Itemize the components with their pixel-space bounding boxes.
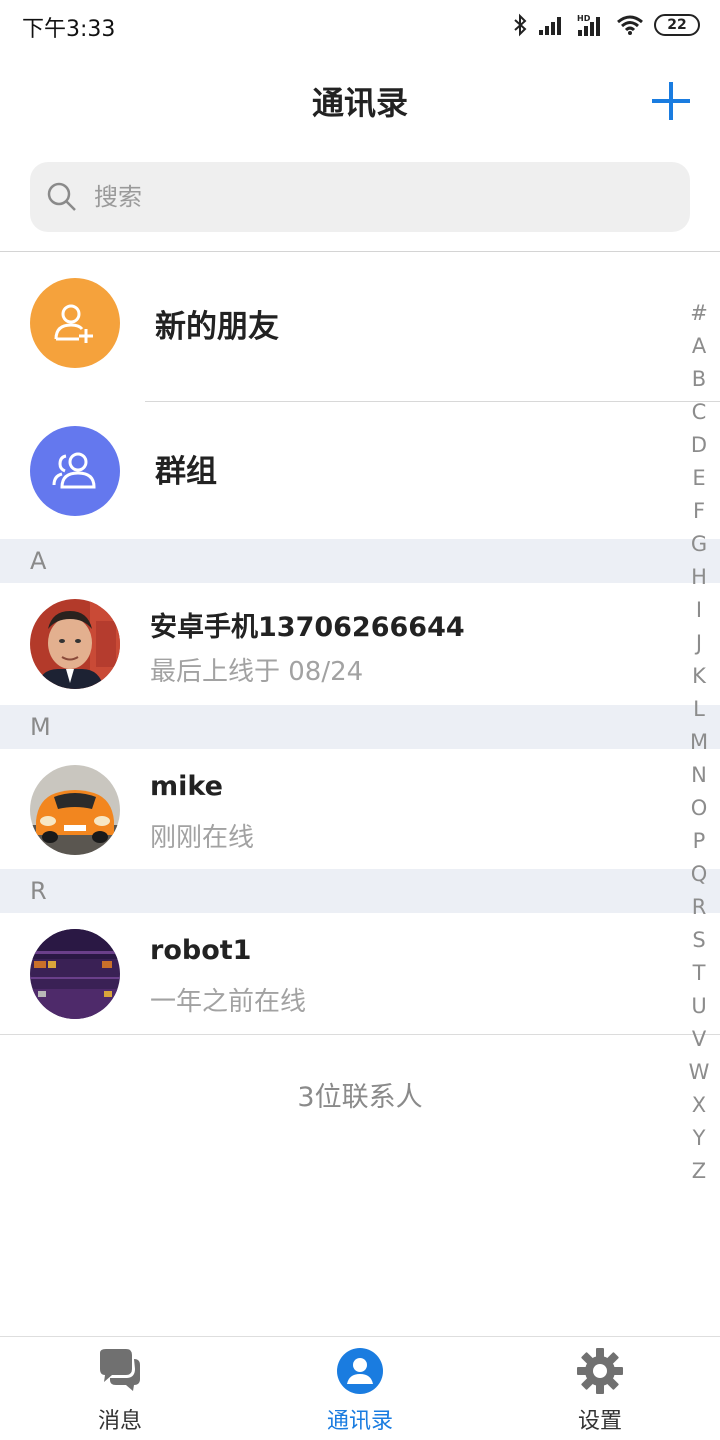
add-user-icon — [30, 278, 120, 368]
alphabet-index[interactable]: # A B C D E F G H I J K L M N O P Q R S T U V W X Y Z — [686, 297, 712, 1188]
new-friends-item[interactable]: 新的朋友 — [0, 252, 720, 382]
avatar — [30, 929, 120, 1019]
search-input[interactable]: 搜索 — [94, 162, 142, 232]
gear-icon — [577, 1348, 623, 1394]
index-letter[interactable]: X — [686, 1089, 712, 1122]
contact-count: 3位联系人 — [297, 1082, 423, 1113]
page-title: 通讯录 — [311, 84, 408, 122]
index-letter[interactable]: # — [686, 297, 712, 330]
section-letter: M — [30, 713, 51, 741]
contact-name: 安卓手机13706266644 — [150, 612, 465, 643]
search-bar[interactable]: 搜索 — [30, 162, 690, 232]
contact-item[interactable]: 安卓手机13706266644 最后上线于 08/24 — [0, 583, 720, 705]
index-letter[interactable]: C — [686, 396, 712, 429]
contact-status: 一年之前在线 — [150, 987, 307, 1017]
index-letter[interactable]: R — [686, 891, 712, 924]
new-friends-label: 新的朋友 — [155, 309, 279, 345]
search-icon — [47, 182, 76, 211]
index-letter[interactable]: Q — [686, 858, 712, 891]
tab-label: 消息 — [97, 1409, 142, 1434]
contact-name: mike — [150, 771, 223, 802]
contact-name: robot1 — [150, 935, 252, 966]
index-letter[interactable]: P — [686, 825, 712, 858]
index-letter[interactable]: U — [686, 990, 712, 1023]
wifi-icon — [617, 15, 643, 35]
index-letter[interactable]: M — [686, 726, 712, 759]
contact-status: 刚刚在线 — [150, 823, 255, 853]
battery-icon: 22 — [654, 14, 700, 36]
groups-item[interactable]: 群组 — [0, 402, 720, 532]
section-header-a: A — [0, 539, 720, 583]
contact-status: 最后上线于 08/24 — [150, 657, 364, 687]
index-letter[interactable]: D — [686, 429, 712, 462]
index-letter[interactable]: K — [686, 660, 712, 693]
svg-text:HD: HD — [577, 14, 591, 23]
tab-contacts[interactable]: 通讯录 — [240, 1337, 480, 1440]
index-letter[interactable]: V — [686, 1023, 712, 1056]
index-letter[interactable]: T — [686, 957, 712, 990]
tab-bar: 消息 通讯录 设置 — [0, 1336, 720, 1440]
section-letter: A — [30, 547, 47, 575]
group-icon — [30, 426, 120, 516]
index-letter[interactable]: L — [686, 693, 712, 726]
contact-item[interactable]: mike 刚刚在线 — [0, 749, 720, 871]
bluetooth-icon — [514, 13, 527, 37]
avatar — [30, 599, 120, 689]
chat-icon — [100, 1349, 140, 1391]
tab-label: 设置 — [577, 1409, 622, 1434]
contact-icon — [337, 1348, 383, 1394]
status-time: 下午3:33 — [22, 17, 116, 42]
index-letter[interactable]: O — [686, 792, 712, 825]
groups-label: 群组 — [155, 454, 217, 490]
divider — [0, 1034, 720, 1035]
header: 通讯录 — [0, 50, 720, 150]
index-letter[interactable]: E — [686, 462, 712, 495]
hd-signal-icon: HD — [577, 14, 600, 36]
section-header-m: M — [0, 705, 720, 749]
index-letter[interactable]: N — [686, 759, 712, 792]
index-letter[interactable]: Z — [686, 1155, 712, 1188]
tab-settings[interactable]: 设置 — [480, 1337, 720, 1440]
index-letter[interactable]: S — [686, 924, 712, 957]
status-icons: HD 22 — [512, 10, 700, 40]
index-letter[interactable]: Y — [686, 1122, 712, 1155]
avatar — [30, 765, 120, 855]
status-bar: 下午3:33 HD 22 — [0, 0, 720, 50]
plus-icon[interactable] — [650, 80, 692, 122]
signal-icon — [539, 17, 561, 35]
tab-messages[interactable]: 消息 — [0, 1337, 240, 1440]
index-letter[interactable]: G — [686, 528, 712, 561]
section-header-r: R — [0, 869, 720, 913]
index-letter[interactable]: F — [686, 495, 712, 528]
index-letter[interactable]: A — [686, 330, 712, 363]
section-letter: R — [30, 877, 47, 905]
index-letter[interactable]: I — [686, 594, 712, 627]
contact-item[interactable]: robot1 一年之前在线 — [0, 913, 720, 1035]
index-letter[interactable]: W — [686, 1056, 712, 1089]
index-letter[interactable]: H — [686, 561, 712, 594]
tab-label: 通讯录 — [326, 1409, 393, 1434]
index-letter[interactable]: J — [686, 627, 712, 660]
battery-level: 22 — [667, 17, 687, 33]
index-letter[interactable]: B — [686, 363, 712, 396]
